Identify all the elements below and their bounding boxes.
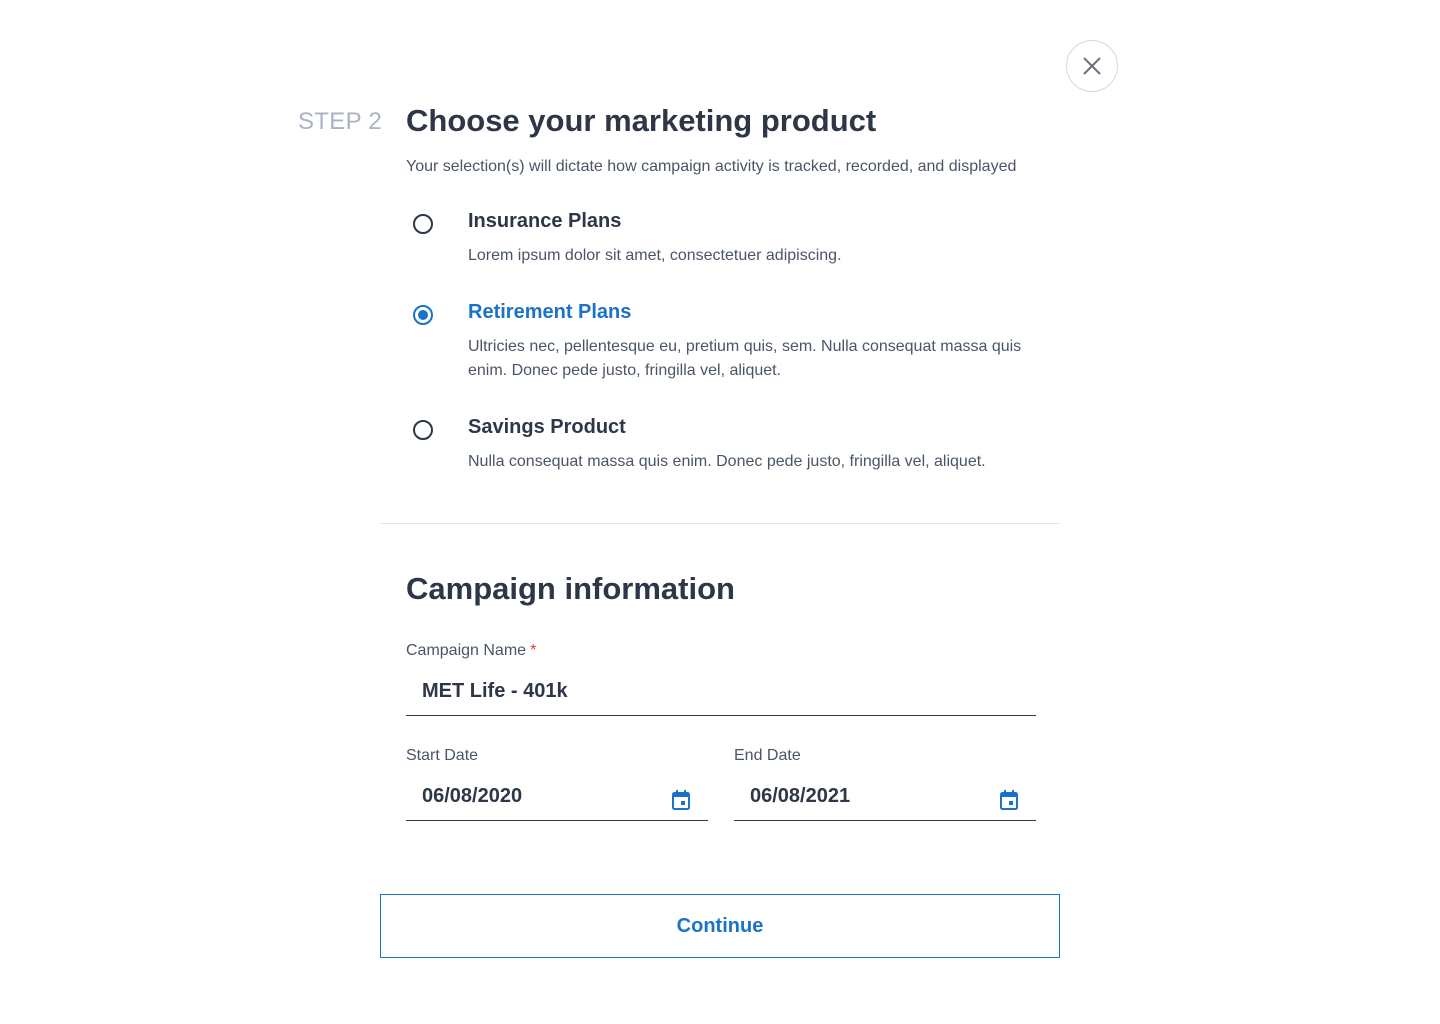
continue-button[interactable]: Continue: [380, 894, 1060, 958]
start-date-label: Start Date: [406, 747, 479, 764]
calendar-icon[interactable]: [671, 789, 691, 811]
campaign-name-field[interactable]: MET Life - 401k: [406, 670, 1036, 716]
campaign-name-label-text: Campaign Name: [406, 642, 527, 659]
radio-insurance[interactable]: [413, 214, 433, 234]
option-title: Savings Product: [468, 416, 626, 438]
option-description: Ultricies nec, pellentesque eu, pretium …: [468, 338, 1022, 379]
start-date-field[interactable]: 06/08/2020: [406, 775, 708, 821]
product-option-savings[interactable]: Savings Product Nulla consequat massa qu…: [406, 416, 1046, 480]
page-subtitle: Your selection(s) will dictate how campa…: [406, 158, 1017, 175]
close-icon: [1083, 57, 1101, 75]
end-date-field[interactable]: 06/08/2021: [734, 775, 1036, 821]
radio-retirement[interactable]: [413, 305, 433, 325]
required-mark: *: [530, 642, 537, 659]
step-indicator: STEP 2: [298, 108, 383, 135]
page-title: Choose your marketing product: [406, 103, 877, 138]
calendar-icon[interactable]: [999, 789, 1019, 811]
campaign-name-value: MET Life - 401k: [422, 680, 568, 702]
product-option-insurance[interactable]: Insurance Plans Lorem ipsum dolor sit am…: [406, 210, 1046, 274]
campaign-name-label: Campaign Name *: [406, 642, 536, 660]
option-description: Nulla consequat massa quis enim. Donec p…: [468, 453, 986, 470]
section-title: Campaign information: [406, 571, 735, 606]
close-button[interactable]: [1066, 40, 1118, 92]
start-date-value: 06/08/2020: [422, 785, 523, 807]
option-description: Lorem ipsum dolor sit amet, consectetuer…: [468, 247, 842, 264]
end-date-value: 06/08/2021: [750, 785, 851, 807]
option-title: Insurance Plans: [468, 210, 622, 232]
section-divider: [380, 523, 1060, 524]
radio-savings[interactable]: [413, 420, 433, 440]
product-option-retirement[interactable]: Retirement Plans Ultricies nec, pellente…: [406, 301, 1046, 385]
option-title: Retirement Plans: [468, 301, 632, 323]
end-date-label: End Date: [734, 747, 801, 764]
